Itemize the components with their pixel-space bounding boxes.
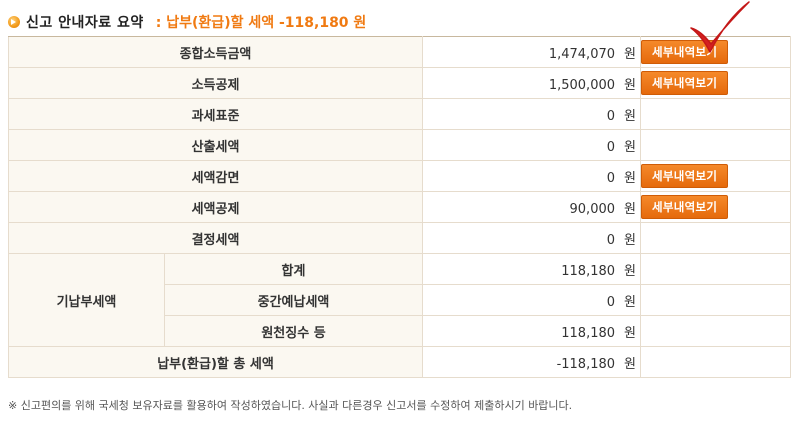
summary-header: 신고 안내자료 요약 : 납부(환급)할 세액 -118,180 원 <box>8 10 792 34</box>
prepaid-group-label: 기납부세액 <box>8 253 165 347</box>
row-label: 결정세액 <box>7 222 424 254</box>
amount-unit: 원 <box>624 356 636 372</box>
table-row: 납부(환급)할 총 세액 -118,180 원 <box>7 346 792 378</box>
row-action <box>640 129 792 161</box>
detail-button-income-deduction[interactable]: 세부내역보기 <box>641 71 729 95</box>
table-row: 과세표준 0원 <box>7 98 792 130</box>
amount-value: 0 <box>606 170 616 186</box>
detail-button-tax-credit[interactable]: 세부내역보기 <box>641 195 729 219</box>
table-row: 세액감면 0원 세부내역보기 <box>7 160 792 192</box>
amount-value: 1,474,070 <box>548 46 616 62</box>
row-action: 세부내역보기 <box>640 191 792 223</box>
amount-value: 118,180 <box>561 263 616 279</box>
table-row: 기납부세액 합계 118,180 원 <box>8 253 792 347</box>
table-row: 종합소득금액 1,474,070 원 세부내역보기 <box>7 36 792 68</box>
row-amount: 0원 <box>422 160 642 192</box>
row-label: 합계 <box>163 253 424 285</box>
row-action: 세부내역보기 <box>640 67 792 99</box>
row-label: 세액감면 <box>7 160 424 192</box>
row-action <box>640 284 792 316</box>
amount-unit: 원 <box>624 294 636 310</box>
total-amount: -118,180 원 <box>422 346 642 378</box>
summary-table: 종합소득금액 1,474,070 원 세부내역보기 소득공제 1,500,000 원… <box>7 36 792 378</box>
amount-unit: 원 <box>624 325 636 341</box>
amount-unit: 원 <box>624 263 636 279</box>
summary-title: 신고 안내자료 요약 <box>26 15 144 31</box>
table-row: 소득공제 1,500,000 원 세부내역보기 <box>7 67 792 99</box>
amount-unit: 원 <box>624 170 636 186</box>
amount-unit: 원 <box>624 232 636 248</box>
row-label: 과세표준 <box>7 98 424 130</box>
amount-value: 0 <box>606 139 616 155</box>
table-row: 결정세액 0원 <box>7 222 792 254</box>
amount-unit: 원 <box>624 139 636 155</box>
amount-value: 90,000 <box>569 201 616 217</box>
amount-unit: 원 <box>624 201 636 217</box>
row-label: 종합소득금액 <box>7 36 424 68</box>
row-action <box>640 98 792 130</box>
amount-value: 118,180 <box>561 325 616 341</box>
row-amount: 0원 <box>422 129 642 161</box>
amount-value: 0 <box>606 232 616 248</box>
row-amount: 1,500,000 원 <box>422 67 642 99</box>
amount-unit: 원 <box>624 108 636 124</box>
row-label: 중간예납세액 <box>163 284 424 316</box>
row-amount: 118,180 원 <box>422 315 642 347</box>
row-action <box>640 315 792 347</box>
amount-value: 1,500,000 <box>548 77 616 93</box>
total-label: 납부(환급)할 총 세액 <box>7 346 424 378</box>
row-amount: 90,000 원 <box>422 191 642 223</box>
amount-value: -118,180 <box>556 356 616 372</box>
amount-unit: 원 <box>624 77 636 93</box>
row-amount: 1,474,070 원 <box>422 36 642 68</box>
row-amount: 0원 <box>422 284 642 316</box>
summary-result: : 납부(환급)할 세액 -118,180 원 <box>155 15 367 31</box>
footnote-text: ※ 신고편의를 위해 국세청 보유자료를 활용하여 작성하였습니다. 사실과 다… <box>8 399 573 412</box>
row-amount: 0원 <box>422 98 642 130</box>
table-row: 산출세액 0원 <box>7 129 792 161</box>
detail-button-tax-reduction[interactable]: 세부내역보기 <box>641 164 729 188</box>
bullet-arrow-icon <box>8 16 20 28</box>
row-action: 세부내역보기 <box>640 36 792 68</box>
row-label: 원천징수 등 <box>163 315 424 347</box>
row-amount: 118,180 원 <box>422 253 642 285</box>
row-action <box>640 253 792 285</box>
row-amount: 0원 <box>422 222 642 254</box>
amount-unit: 원 <box>624 46 636 62</box>
row-action <box>640 346 792 378</box>
row-action: 세부내역보기 <box>640 160 792 192</box>
row-label: 세액공제 <box>7 191 424 223</box>
amount-value: 0 <box>606 108 616 124</box>
row-label: 소득공제 <box>7 67 424 99</box>
row-label: 산출세액 <box>7 129 424 161</box>
amount-value: 0 <box>606 294 616 310</box>
row-action <box>640 222 792 254</box>
detail-button-gross-income[interactable]: 세부내역보기 <box>641 40 729 64</box>
table-row: 세액공제 90,000 원 세부내역보기 <box>7 191 792 223</box>
